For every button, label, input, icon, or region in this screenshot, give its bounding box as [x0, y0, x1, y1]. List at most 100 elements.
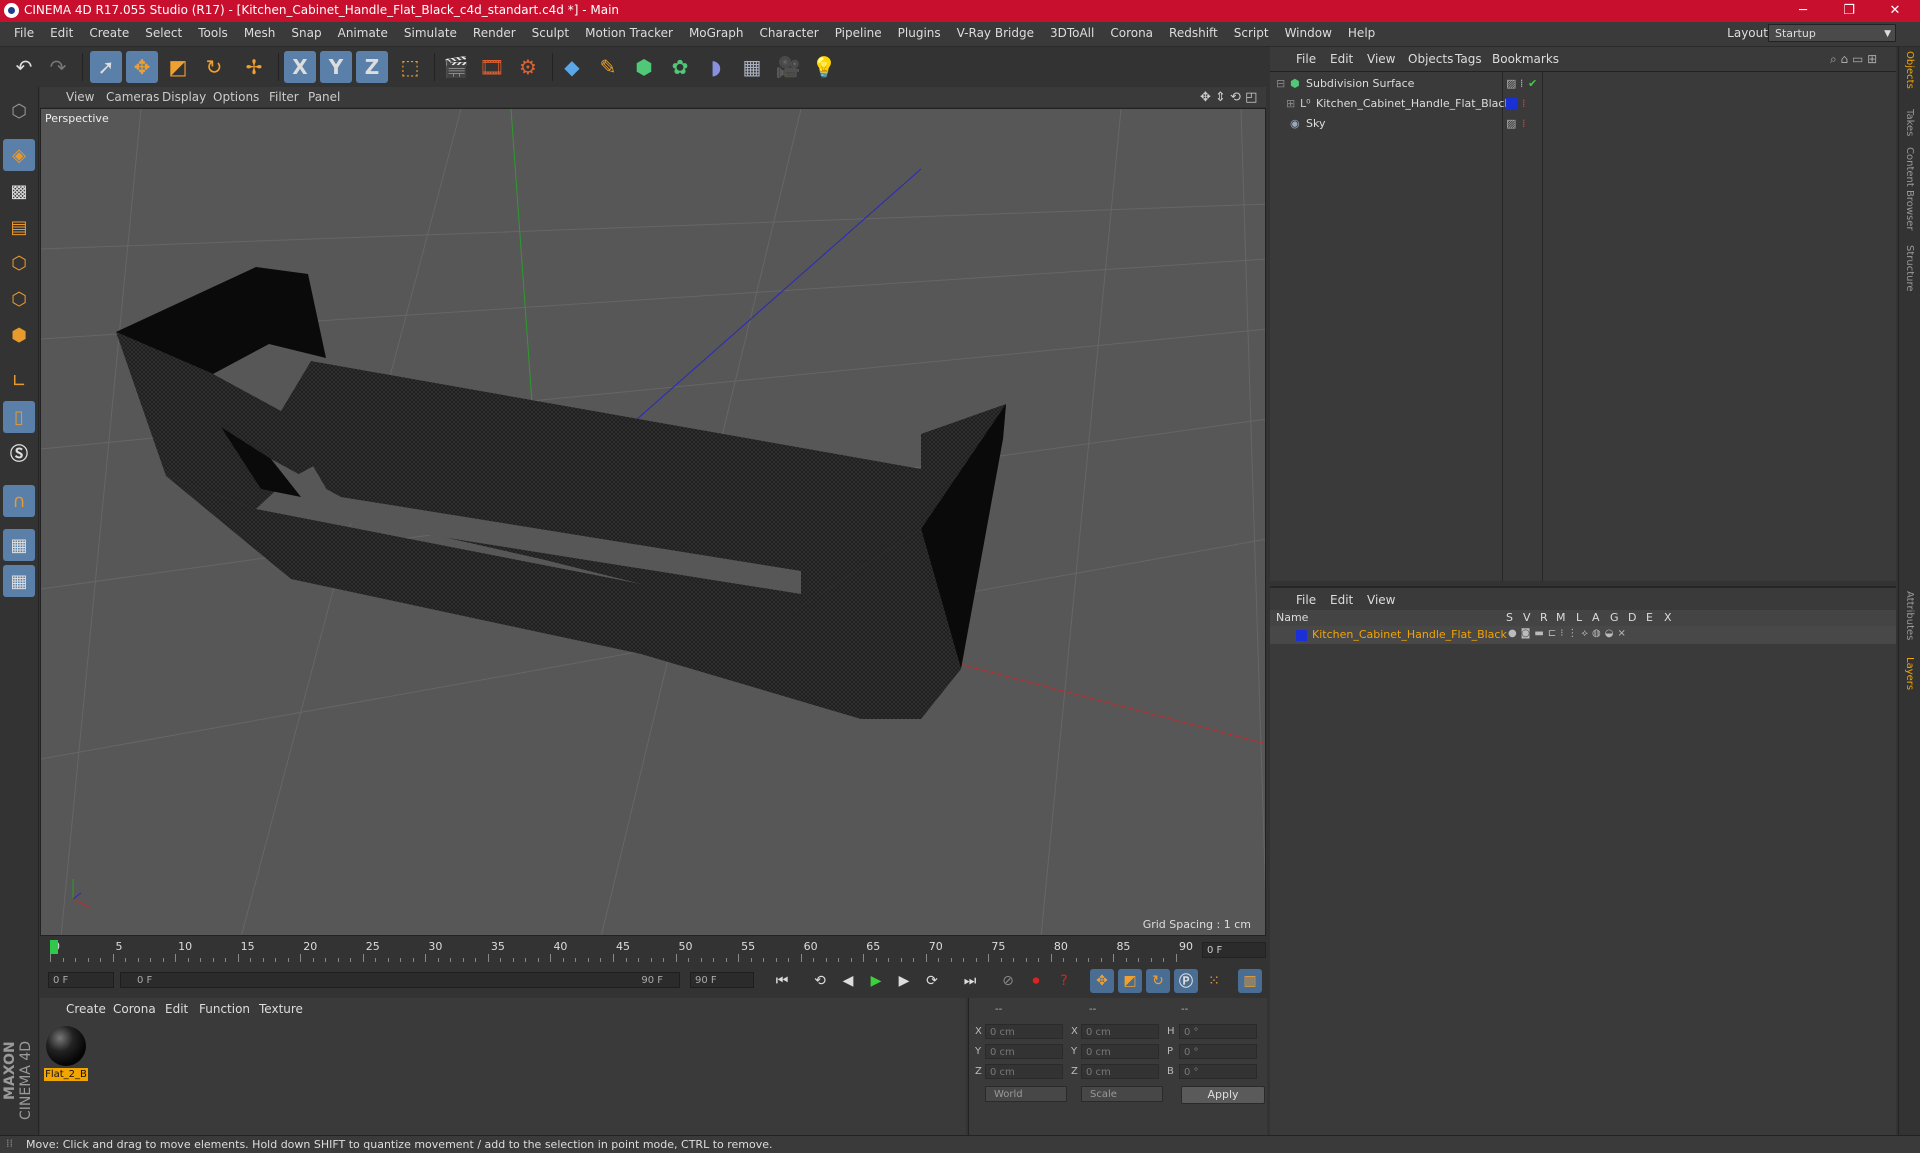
om-menu-file[interactable]: File — [1296, 52, 1316, 66]
size-mode-select[interactable]: Scale — [1081, 1086, 1163, 1102]
layer-toggle-icons[interactable]: ●◙▬⊏⁝⋮⟡◍◒⨯ — [1508, 628, 1630, 639]
tab-takes[interactable]: Takes — [1904, 109, 1915, 136]
menu-help[interactable]: Help — [1340, 26, 1383, 40]
menu-edit[interactable]: Edit — [42, 26, 81, 40]
add-floor-button[interactable]: ▦ — [736, 51, 768, 83]
menu-mesh[interactable]: Mesh — [236, 26, 284, 40]
key-pla-button[interactable]: ⁙ — [1202, 969, 1226, 993]
layer-color-swatch[interactable] — [1296, 630, 1307, 641]
playhead[interactable] — [50, 940, 58, 954]
menu-corona[interactable]: Corona — [1102, 26, 1161, 40]
menu-simulate[interactable]: Simulate — [396, 26, 465, 40]
move-multi-button[interactable]: ✢ — [238, 51, 270, 83]
menu-create[interactable]: Create — [81, 26, 137, 40]
edges-mode-button[interactable]: ⬡ — [3, 283, 35, 315]
lock-workplane-button[interactable]: ▦ — [3, 529, 35, 561]
menu-motion-tracker[interactable]: Motion Tracker — [577, 26, 681, 40]
rot-b-field[interactable]: 0 ° — [1179, 1064, 1257, 1079]
lm-menu-view[interactable]: View — [1367, 593, 1395, 607]
make-editable-button[interactable]: ⬡ — [3, 95, 35, 127]
om-menu-bookmarks[interactable]: Bookmarks — [1492, 52, 1559, 66]
planar-workplane-button[interactable]: ▦ — [3, 565, 35, 597]
material-menu-corona[interactable]: Corona — [113, 1002, 156, 1016]
keyframe-selection-button[interactable]: ? — [1052, 969, 1076, 993]
menu-plugins[interactable]: Plugins — [890, 26, 949, 40]
next-frame-button[interactable]: ▶ — [892, 969, 916, 993]
render-picture-viewer-button[interactable]: 🎞 — [476, 51, 508, 83]
size-x-field[interactable]: 0 cm — [1081, 1024, 1159, 1039]
add-subdivision-button[interactable]: ⬢ — [628, 51, 660, 83]
menu-3dtoall[interactable]: 3DToAll — [1042, 26, 1102, 40]
undo-button[interactable]: ↶ — [8, 51, 40, 83]
viewport-menu-options[interactable]: Options — [213, 90, 259, 104]
om-menu-view[interactable]: View — [1367, 52, 1395, 66]
visibility-icon[interactable]: ▨ — [1506, 117, 1516, 130]
key-param-button[interactable]: Ⓟ — [1174, 969, 1198, 993]
menu-sculpt[interactable]: Sculpt — [524, 26, 577, 40]
layer-color-swatch[interactable] — [1506, 98, 1517, 109]
rotate-tool-button[interactable]: ↻ — [198, 51, 230, 83]
model-mode-button[interactable]: ◈ — [3, 139, 35, 171]
coord-space-select[interactable]: World — [985, 1086, 1067, 1102]
points-mode-button[interactable]: ⬡ — [3, 247, 35, 279]
end-frame-field[interactable]: 90 F — [690, 972, 754, 988]
z-axis-button[interactable]: Z — [356, 51, 388, 83]
visibility-dots-icon[interactable]: ⁞ — [1522, 97, 1526, 110]
timeline[interactable]: 051015202530354045505560657075808590 0 F — [40, 938, 1266, 966]
viewport-nav-icons[interactable]: ✥ ⇕ ⟲ ◰ — [1200, 90, 1257, 105]
menu-vray-bridge[interactable]: V-Ray Bridge — [949, 26, 1042, 40]
menu-window[interactable]: Window — [1277, 26, 1340, 40]
key-position-button[interactable]: ✥ — [1090, 969, 1114, 993]
tab-structure[interactable]: Structure — [1904, 245, 1915, 292]
record-keys-button[interactable]: ⊘ — [996, 969, 1020, 993]
timeline-window-button[interactable]: ▥ — [1238, 969, 1262, 993]
tab-layers[interactable]: Layers — [1904, 657, 1915, 690]
select-tool-button[interactable]: ➚ — [90, 51, 122, 83]
render-view-button[interactable]: 🎬 — [440, 51, 472, 83]
render-settings-button[interactable]: ⚙ — [512, 51, 544, 83]
visibility-icon[interactable]: ▨ ⁞ — [1506, 77, 1523, 90]
minimize-button[interactable]: ─ — [1780, 0, 1826, 22]
visibility-dots-icon[interactable]: ⁞ — [1522, 117, 1526, 130]
lm-menu-edit[interactable]: Edit — [1330, 593, 1353, 607]
menu-tools[interactable]: Tools — [190, 26, 236, 40]
object-row[interactable]: ◉ Sky ▨ ⁞ — [1270, 114, 1896, 134]
expand-icon[interactable]: ⊞ — [1286, 97, 1295, 110]
material-swatch[interactable]: Flat_2_B — [42, 1022, 90, 1084]
key-rotation-button[interactable]: ↻ — [1146, 969, 1170, 993]
om-menu-edit[interactable]: Edit — [1330, 52, 1353, 66]
scale-tool-button[interactable]: ◩ — [162, 51, 194, 83]
world-coords-button[interactable]: ⬚ — [394, 51, 426, 83]
close-button[interactable]: ✕ — [1872, 0, 1918, 22]
rot-h-field[interactable]: 0 ° — [1179, 1024, 1257, 1039]
size-z-field[interactable]: 0 cm — [1081, 1064, 1159, 1079]
tab-attributes[interactable]: Attributes — [1904, 591, 1915, 640]
expand-icon[interactable]: ⊟ — [1276, 77, 1285, 90]
menu-animate[interactable]: Animate — [330, 26, 396, 40]
start-frame-field[interactable]: 0 F — [48, 972, 114, 988]
maximize-button[interactable]: ❐ — [1826, 0, 1872, 22]
layout-select[interactable]: Startup ▼ — [1768, 24, 1896, 42]
current-frame-field[interactable]: 0 F — [1202, 942, 1266, 958]
object-row[interactable]: ⊞ L⁰ Kitchen_Cabinet_Handle_Flat_Black ⁞ — [1270, 94, 1896, 114]
add-deformer-button[interactable]: ◗ — [700, 51, 732, 83]
frame-range-slider[interactable]: 0 F 90 F — [120, 972, 680, 988]
kitchen-cabinet-handle-model[interactable] — [116, 267, 1006, 719]
tab-content-browser[interactable]: Content Browser — [1904, 147, 1915, 230]
snap-button[interactable]: Ⓢ — [3, 437, 35, 469]
menu-file[interactable]: File — [6, 26, 42, 40]
autokey-button[interactable]: ⏺ — [1024, 969, 1048, 993]
viewport-menu-view[interactable]: View — [66, 90, 94, 104]
key-scale-button[interactable]: ◩ — [1118, 969, 1142, 993]
viewport-menu-display[interactable]: Display — [162, 90, 206, 104]
menu-pipeline[interactable]: Pipeline — [827, 26, 890, 40]
timeline-ruler[interactable]: 051015202530354045505560657075808590 — [50, 938, 1193, 966]
lm-menu-file[interactable]: File — [1296, 593, 1316, 607]
menu-snap[interactable]: Snap — [283, 26, 329, 40]
axis-mode-button[interactable]: ∟ — [3, 365, 35, 397]
menu-script[interactable]: Script — [1226, 26, 1277, 40]
viewport-menu-cameras[interactable]: Cameras — [106, 90, 159, 104]
goto-start-button[interactable]: ⏮ — [770, 969, 794, 993]
menu-select[interactable]: Select — [137, 26, 190, 40]
add-camera-button[interactable]: 🎥 — [772, 51, 804, 83]
